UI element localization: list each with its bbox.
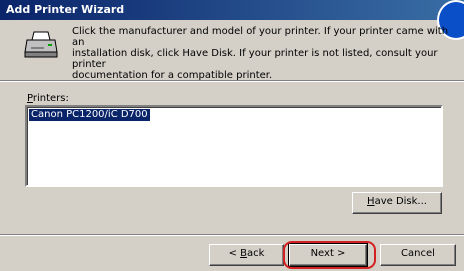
intro-text: Click the manufacturer and model of your… [72,26,458,81]
footer-divider [0,234,464,236]
window-title: Add Printer Wizard [0,0,464,20]
intro-line: Click the manufacturer and model of your… [72,26,449,48]
highlight-ring [283,241,376,269]
have-disk-button[interactable]: Have Disk... [352,192,442,214]
header-divider [0,80,464,82]
back-button[interactable]: < Back [209,244,284,266]
printers-listbox[interactable]: Canon PC1200/iC D700 [25,105,443,187]
printer-icon [24,31,58,58]
cancel-button[interactable]: Cancel [380,244,456,266]
intro-line: installation disk, click Have Disk. If y… [72,48,438,70]
printers-label: Printers: [27,93,69,104]
printer-list-item[interactable]: Canon PC1200/iC D700 [28,108,151,122]
